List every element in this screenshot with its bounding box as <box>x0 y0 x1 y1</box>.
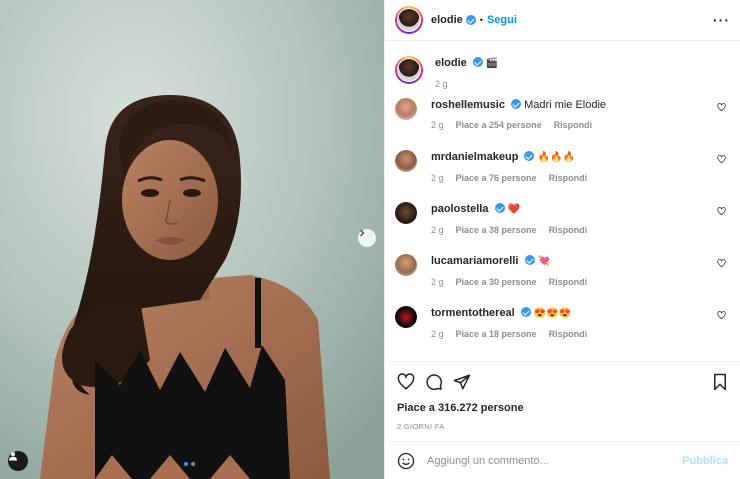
chevron-right-icon <box>360 229 365 237</box>
comment-username[interactable]: lucamariamorelli <box>431 255 518 267</box>
caption-time: 2 g <box>435 79 448 89</box>
more-options-icon[interactable]: ··· <box>713 12 730 28</box>
comment-text: 😍😍😍 <box>533 308 572 319</box>
comment-likes[interactable]: Piace a 30 persone <box>456 277 537 287</box>
comment-bubble-icon[interactable] <box>425 373 443 391</box>
reply-button[interactable]: Rispondi <box>554 120 593 130</box>
comments-list: elodie 🎬 2 g roshellemusic Madri mie Elo… <box>385 42 740 360</box>
post-date: 2 GIORNI FA <box>397 422 445 431</box>
share-paper-plane-icon[interactable] <box>453 373 471 391</box>
comment-time: 2 g <box>431 329 444 339</box>
like-heart-icon[interactable] <box>397 373 415 391</box>
comment-item: tormentothereal 😍😍😍 2 g Piace a 18 perso… <box>395 306 730 358</box>
separator-dot: • <box>479 15 483 25</box>
follow-button[interactable]: Segui <box>487 14 517 26</box>
emoji-smiley-icon[interactable] <box>397 452 415 470</box>
post-caption: elodie 🎬 2 g <box>395 42 730 98</box>
reply-button[interactable]: Rispondi <box>549 329 588 339</box>
comment-username[interactable]: tormentothereal <box>431 307 515 319</box>
post-details-panel: elodie • Segui ··· elodie 🎬 2 g roshelle… <box>384 0 740 479</box>
comment-username[interactable]: mrdanielmakeup <box>431 151 518 163</box>
like-comment-heart-icon[interactable] <box>717 259 726 268</box>
commenter-avatar[interactable] <box>395 306 417 328</box>
reply-button[interactable]: Rispondi <box>549 173 588 183</box>
reply-button[interactable]: Rispondi <box>549 277 588 287</box>
author-username[interactable]: elodie <box>431 14 463 26</box>
like-comment-heart-icon[interactable] <box>717 103 726 112</box>
comment-item: mrdanielmakeup 🔥🔥🔥 2 g Piace a 76 person… <box>395 150 730 202</box>
commenter-avatar[interactable] <box>395 202 417 224</box>
save-bookmark-icon[interactable] <box>712 373 728 391</box>
like-comment-heart-icon[interactable] <box>717 207 726 216</box>
verified-badge-icon <box>511 99 522 109</box>
carousel-dot <box>191 462 195 466</box>
comment-item: paolostella ❤️ 2 g Piace a 38 persone Ri… <box>395 202 730 254</box>
carousel-indicator <box>184 462 195 466</box>
comment-likes[interactable]: Piace a 18 persone <box>456 329 537 339</box>
comment-time: 2 g <box>431 277 444 287</box>
carousel-dot-active <box>184 462 188 466</box>
user-icon <box>9 452 17 461</box>
caption-avatar[interactable] <box>395 56 423 84</box>
verified-badge-icon <box>465 15 476 25</box>
author-avatar[interactable] <box>395 6 423 34</box>
comment-time: 2 g <box>431 120 444 130</box>
tagged-users-button[interactable] <box>8 451 28 471</box>
comment-text: 🔥🔥🔥 <box>537 152 575 163</box>
post-photo[interactable] <box>0 0 384 479</box>
commenter-avatar[interactable] <box>395 254 417 276</box>
verified-badge-icon <box>472 57 483 67</box>
caption-text: 🎬 <box>485 58 499 69</box>
comment-time: 2 g <box>431 173 444 183</box>
woman-portrait-image <box>0 0 384 479</box>
comment-time: 2 g <box>431 225 444 235</box>
comment-item: lucamariamorelli 💘 2 g Piace a 30 person… <box>395 254 730 306</box>
reply-button[interactable]: Rispondi <box>549 225 588 235</box>
next-photo-button[interactable] <box>358 229 376 247</box>
add-comment-bar: Pubblica <box>385 441 740 479</box>
comment-username[interactable]: roshellemusic <box>431 99 505 111</box>
verified-badge-icon <box>494 203 505 213</box>
like-comment-heart-icon[interactable] <box>717 311 726 320</box>
commenter-avatar[interactable] <box>395 150 417 172</box>
verified-badge-icon <box>524 255 535 265</box>
comment-text: Madri mie Elodie <box>524 99 607 111</box>
comment-text: ❤️ <box>507 204 521 215</box>
post-header: elodie • Segui ··· <box>385 0 740 41</box>
publish-button[interactable]: Pubblica <box>682 455 728 467</box>
comment-text: 💘 <box>537 256 551 267</box>
like-comment-heart-icon[interactable] <box>717 155 726 164</box>
comment-item: roshellemusic Madri mie Elodie 2 g Piace… <box>395 98 730 150</box>
caption-username[interactable]: elodie <box>435 57 467 69</box>
comment-username[interactable]: paolostella <box>431 203 488 215</box>
post-actions: Piace a 316.272 persone 2 GIORNI FA <box>385 361 740 431</box>
comment-input[interactable] <box>427 454 683 467</box>
verified-badge-icon <box>524 151 535 161</box>
comment-likes[interactable]: Piace a 38 persone <box>456 225 537 235</box>
verified-badge-icon <box>520 307 531 317</box>
commenter-avatar[interactable] <box>395 98 417 120</box>
likes-count[interactable]: Piace a 316.272 persone <box>397 402 728 414</box>
comment-likes[interactable]: Piace a 254 persone <box>456 120 542 130</box>
comment-likes[interactable]: Piace a 76 persone <box>456 173 537 183</box>
